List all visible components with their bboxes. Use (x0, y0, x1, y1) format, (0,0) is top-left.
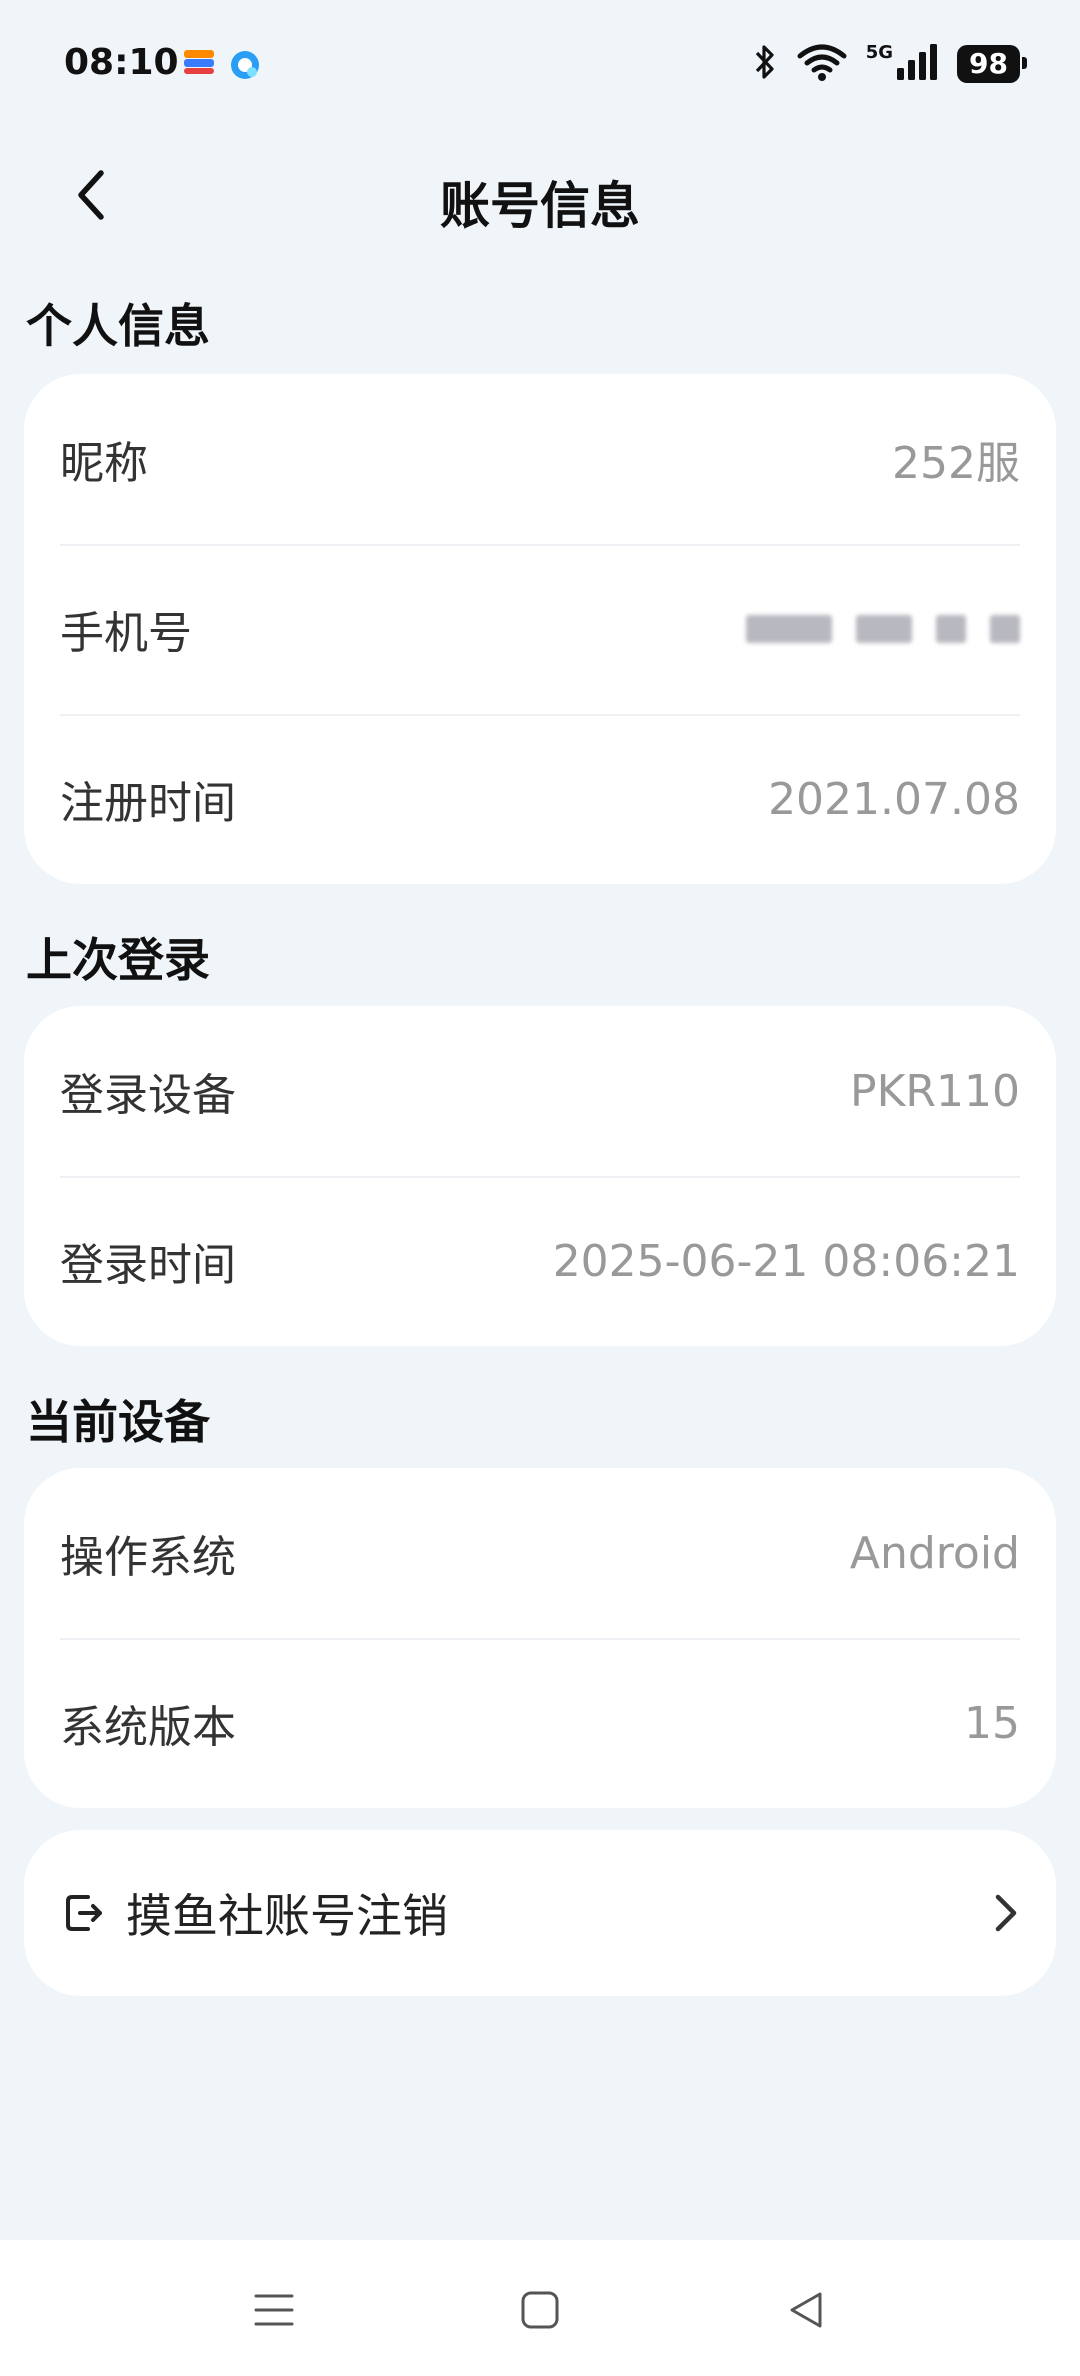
login-device-label: 登录设备 (60, 1070, 236, 1121)
account-info-page: 08:10 5G 98 账号信息 个人信息 昵称 252服 手机号 注册时间 2… (0, 0, 1080, 2376)
current-device-section-title: 当前设备 (26, 1395, 210, 1449)
os-version-row: 系统版本 15 (24, 1638, 1056, 1808)
account-cancel-label: 摸鱼社账号注销 (126, 1889, 448, 1943)
bluetooth-icon (752, 42, 778, 86)
current-device-card: 操作系统 Android 系统版本 15 (24, 1468, 1056, 1808)
home-button[interactable] (510, 2280, 570, 2340)
os-value: Android (849, 1527, 1020, 1579)
home-square-icon (521, 2291, 559, 2329)
login-time-label: 登录时间 (60, 1240, 236, 1291)
os-version-label: 系统版本 (60, 1702, 236, 1753)
register-time-value: 2021.07.08 (768, 773, 1020, 825)
wifi-icon (796, 42, 848, 86)
personal-info-card: 昵称 252服 手机号 注册时间 2021.07.08 (24, 374, 1056, 884)
recent-apps-button[interactable] (244, 2280, 304, 2340)
nickname-row[interactable]: 昵称 252服 (24, 374, 1056, 544)
phone-row[interactable]: 手机号 (24, 544, 1056, 714)
battery-indicator: 98 (957, 45, 1027, 83)
menu-icon (254, 2294, 294, 2326)
register-time-row: 注册时间 2021.07.08 (24, 714, 1056, 884)
os-label: 操作系统 (60, 1532, 236, 1583)
system-nav-bar (0, 2240, 1080, 2376)
wallet-notification-icon (182, 48, 216, 78)
last-login-section-title: 上次登录 (26, 933, 210, 987)
register-time-label: 注册时间 (60, 778, 236, 829)
personal-info-section-title: 个人信息 (26, 299, 210, 353)
chevron-right-icon (995, 1894, 1017, 1932)
logout-icon (66, 1895, 102, 1931)
header: 账号信息 (0, 140, 1080, 250)
signal-icon (895, 42, 939, 86)
last-login-card: 登录设备 PKR110 登录时间 2025-06-21 08:06:21 (24, 1006, 1056, 1346)
login-device-value: PKR110 (850, 1065, 1020, 1117)
login-time-value: 2025-06-21 08:06:21 (552, 1235, 1020, 1287)
os-version-value: 15 (964, 1697, 1020, 1749)
status-icons: 5G 98 (752, 40, 1027, 88)
phone-value-masked (746, 615, 1020, 643)
phone-label: 手机号 (60, 608, 192, 659)
nickname-label: 昵称 (60, 438, 148, 489)
nickname-value: 252服 (892, 438, 1020, 489)
status-time: 08:10 (64, 42, 179, 83)
app-notification-icon (228, 48, 262, 79)
page-title: 账号信息 (440, 177, 640, 235)
status-bar: 08:10 5G 98 (0, 0, 1080, 130)
account-cancel-button[interactable]: 摸鱼社账号注销 (24, 1830, 1056, 1996)
network-type-label: 5G (865, 41, 894, 63)
account-cancel-card[interactable]: 摸鱼社账号注销 (24, 1830, 1056, 1996)
login-time-row: 登录时间 2025-06-21 08:06:21 (24, 1176, 1056, 1346)
os-row: 操作系统 Android (24, 1468, 1056, 1638)
triangle-back-icon (790, 2292, 822, 2328)
nav-back-button[interactable] (776, 2280, 836, 2340)
login-device-row: 登录设备 PKR110 (24, 1006, 1056, 1176)
